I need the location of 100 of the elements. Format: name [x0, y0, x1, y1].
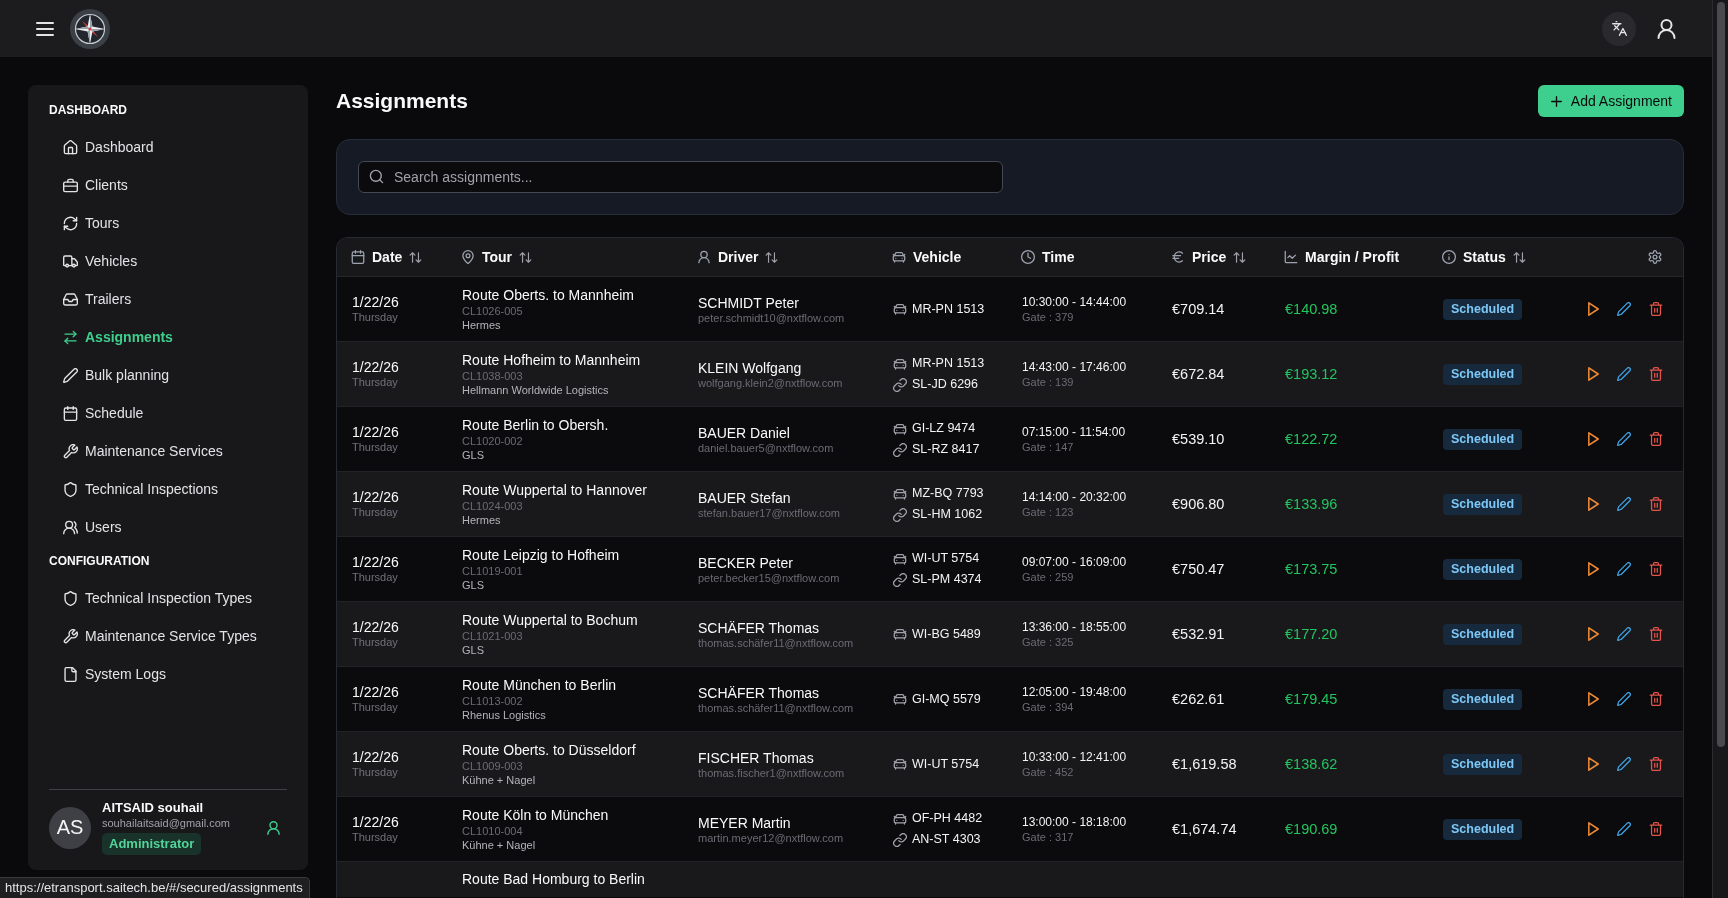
delete-button[interactable] [1649, 367, 1663, 381]
nav-item[interactable]: System Logs [63, 665, 166, 683]
column-header: Driver [718, 248, 759, 266]
nav-item[interactable]: Maintenance Service Types [63, 627, 257, 645]
margin-text: €133.96 [1285, 495, 1338, 513]
search-field[interactable]: Search assignments... [358, 161, 1003, 193]
scrollbar[interactable] [1712, 0, 1728, 898]
page-title: Assignments [336, 88, 468, 114]
edit-button[interactable] [1617, 562, 1631, 576]
delete-button[interactable] [1649, 497, 1663, 511]
edit-button[interactable] [1617, 497, 1631, 511]
scrollbar-thumb[interactable] [1716, 2, 1725, 747]
nav-item[interactable]: Users [63, 518, 122, 536]
start-button[interactable] [1588, 757, 1599, 771]
start-button[interactable] [1588, 692, 1599, 706]
settings-icon[interactable] [1648, 250, 1662, 264]
nav-item[interactable]: Dashboard [63, 138, 154, 156]
home-icon [63, 139, 78, 155]
line-chart-icon [1284, 250, 1298, 264]
nav-item[interactable]: Clients [63, 176, 128, 194]
tour-code: CL1038-003 [462, 368, 523, 383]
sort-icon[interactable] [519, 250, 533, 264]
driver-email: stefan.bauer17@nxtflow.com [698, 506, 841, 520]
start-button[interactable] [1588, 302, 1599, 316]
sort-icon[interactable] [1233, 250, 1247, 264]
delete-button[interactable] [1649, 302, 1663, 316]
column-header: Date [372, 248, 403, 266]
menu-button[interactable] [36, 21, 54, 36]
edit-button[interactable] [1617, 627, 1631, 641]
delete-button[interactable] [1649, 562, 1663, 576]
nav-item[interactable]: Technical Inspection Types [63, 589, 253, 607]
margin-text: €179.45 [1285, 690, 1338, 708]
margin-text: €193.12 [1285, 365, 1338, 383]
status-url: https://etransport.saitech.be/#/secured/assignments [0, 877, 310, 898]
start-button[interactable] [1588, 627, 1599, 641]
nav-item[interactable]: Tours [63, 214, 120, 232]
tour-name: Route Wuppertal to Hannover [462, 481, 647, 499]
edit-button[interactable] [1617, 432, 1631, 446]
driver-name: BAUER Stefan [698, 488, 791, 507]
trash-icon [1649, 627, 1663, 641]
driver-name: BAUER Daniel [698, 423, 790, 442]
tour-name: Route Leipzig to Hofheim [462, 546, 620, 564]
link-icon [893, 832, 907, 847]
trash-icon [1649, 757, 1663, 771]
user-name: AITSAID souhail [102, 800, 204, 816]
edit-button[interactable] [1617, 822, 1631, 836]
client-name: Hellmann Worldwide Logistics [462, 382, 609, 397]
nav-item[interactable]: Vehicles [63, 252, 138, 270]
sort-icon[interactable] [1512, 250, 1526, 264]
sort-icon[interactable] [765, 250, 779, 264]
column-header: Time [1042, 248, 1075, 266]
start-button[interactable] [1588, 562, 1599, 576]
delete-button[interactable] [1649, 432, 1663, 446]
info-icon [1442, 250, 1456, 264]
delete-button[interactable] [1649, 757, 1663, 771]
nav-item[interactable]: Assignments [63, 328, 173, 346]
edit-button[interactable] [1617, 302, 1631, 316]
nav-item[interactable]: Trailers [63, 290, 132, 308]
compass-logo[interactable] [70, 8, 110, 49]
start-button[interactable] [1588, 497, 1599, 511]
start-button[interactable] [1588, 822, 1599, 836]
nav-item[interactable]: Technical Inspections [63, 480, 219, 498]
time-range: 14:14:00 - 20:32:00 [1022, 489, 1127, 505]
nav-item[interactable]: Bulk planning [63, 366, 170, 384]
driver-email: thomas.schäfer11@nxtflow.com [698, 636, 854, 650]
delete-button[interactable] [1649, 822, 1663, 836]
edit-button[interactable] [1617, 367, 1631, 381]
add-assignment-button[interactable]: Add Assignment [1537, 85, 1684, 117]
start-button[interactable] [1588, 367, 1599, 381]
trash-icon [1649, 822, 1663, 836]
price-text: €532.91 [1172, 625, 1225, 643]
car-icon [893, 692, 907, 706]
edit-button[interactable] [1617, 692, 1631, 706]
start-button[interactable] [1588, 432, 1599, 446]
column-header: Status [1463, 248, 1506, 266]
nav-item[interactable]: Schedule [63, 404, 144, 422]
margin-text: €173.75 [1285, 560, 1338, 578]
user-icon[interactable] [267, 820, 280, 835]
margin-text: €190.69 [1285, 820, 1338, 838]
nav-item[interactable]: Maintenance Services [63, 442, 223, 460]
car-icon [893, 811, 907, 826]
driver-email: thomas.schäfer11@nxtflow.com [698, 701, 854, 715]
status-badge: Scheduled [1443, 688, 1523, 710]
delete-button[interactable] [1649, 627, 1663, 641]
weekday-text: Thursday [352, 766, 398, 779]
sort-icon[interactable] [409, 250, 423, 264]
client-name: GLS [462, 577, 484, 592]
user-email: souhailaitsaid@gmail.com [102, 816, 230, 831]
client-name: GLS [462, 447, 484, 462]
translate-button[interactable] [1602, 11, 1636, 46]
play-icon [1588, 822, 1599, 836]
gate-text: Gate : 123 [1022, 504, 1074, 519]
edit-button[interactable] [1617, 757, 1631, 771]
gate-text: Gate : 317 [1022, 829, 1074, 844]
pencil-icon [1617, 497, 1631, 511]
translate-icon [1611, 21, 1627, 36]
profile-button[interactable] [1657, 18, 1676, 39]
price-text: €1,674.74 [1172, 820, 1237, 838]
trash-icon [1649, 562, 1663, 576]
delete-button[interactable] [1649, 692, 1663, 706]
